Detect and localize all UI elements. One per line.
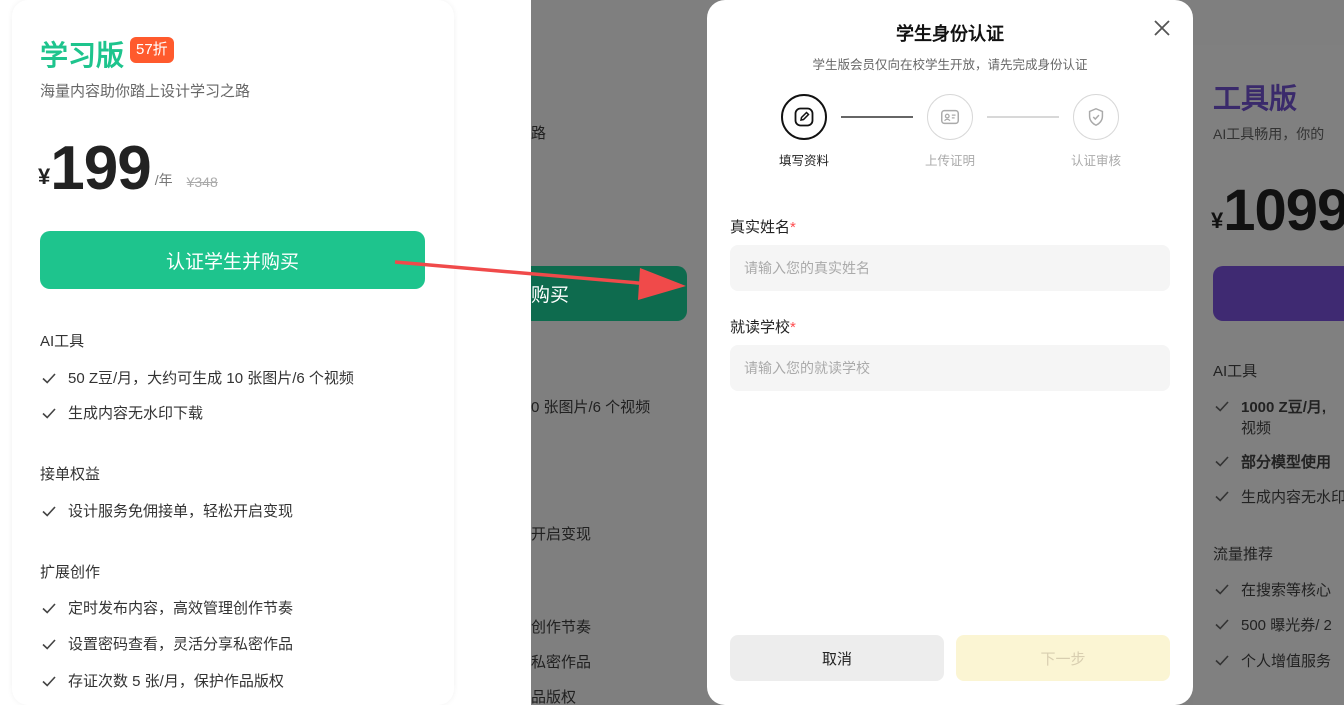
dimmed-text: 0 张图片/6 个视频 (531, 399, 651, 416)
real-name-input[interactable] (730, 245, 1170, 291)
check-icon (42, 372, 56, 384)
feature-item: 50 Z豆/月，大约可生成 10 张图片/6 个视频 (40, 367, 354, 388)
feature-text: 设计服务免佣接单，轻松开启变现 (68, 503, 294, 520)
tools-feature: 生成内容无水印 (1213, 486, 1344, 507)
check-icon (1215, 584, 1229, 595)
check-icon (1215, 619, 1229, 630)
price-period: /年 (154, 172, 173, 188)
check-icon (42, 638, 56, 650)
step-label: 填写资料 (778, 154, 829, 168)
next-step-button[interactable]: 下一步 (956, 635, 1170, 681)
check-icon (1215, 401, 1229, 412)
section-title-ai-tools: AI工具 (40, 333, 85, 350)
step-fill-info: 填写资料 (744, 94, 864, 169)
step-label: 上传证明 (924, 154, 975, 168)
feature-item: 生成内容无水印下载 (40, 402, 203, 423)
dimmed-text: 创作节奏 (531, 619, 592, 636)
dimmed-text: 品版权 (531, 689, 577, 705)
dimmed-button-label: 购买 (531, 285, 570, 306)
required-mark: * (790, 319, 796, 336)
edit-icon (794, 107, 814, 127)
tools-plan-subtitle: AI工具畅用，你的 (1213, 126, 1325, 142)
tools-price-row: ¥ 1099 (1211, 180, 1344, 242)
dimmed-text: 路 (531, 125, 547, 142)
original-price: ¥348 (186, 174, 218, 190)
modal-description: 学生版会员仅向在校学生开放，请先完成身份认证 (812, 58, 1088, 72)
currency-symbol: ¥ (38, 164, 51, 189)
tools-feature: 500 曝光券/ 2 (1213, 614, 1332, 635)
plan-subtitle: 海量内容助你踏上设计学习之路 (40, 83, 251, 100)
check-icon (1215, 655, 1229, 666)
school-input[interactable] (730, 345, 1170, 391)
feature-item: 设置密码查看，灵活分享私密作品 (40, 633, 293, 654)
feature-item: 定时发布内容，高效管理创作节奏 (40, 597, 293, 618)
id-card-icon (941, 109, 959, 125)
feature-item: 设计服务免佣接单，轻松开启变现 (40, 500, 293, 521)
discount-badge: 57折 (130, 37, 174, 63)
dimmed-buy-button: 购买 (531, 266, 687, 321)
required-mark: * (790, 219, 796, 236)
tools-feature-text: 部分模型使用 (1241, 454, 1332, 471)
step-upload-proof: 上传证明 (890, 94, 1010, 169)
feature-text: 生成内容无水印下载 (68, 405, 204, 422)
tools-feature-text: 视频 (1241, 420, 1272, 437)
tools-feature: 个人增值服务 (1213, 650, 1331, 671)
feature-text: 定时发布内容，高效管理创作节奏 (68, 600, 294, 617)
check-icon (42, 602, 56, 614)
tools-section-title: 流量推荐 (1213, 546, 1274, 563)
tools-price-value: 1099 (1223, 178, 1344, 243)
plan-name: 学习版 (40, 40, 125, 71)
step-review: 认证审核 (1036, 94, 1156, 169)
dimmed-text: 开启变现 (531, 526, 592, 543)
study-plan-card: 学习版 57折 海量内容助你踏上设计学习之路 ¥ 199 /年 ¥348 认证学… (12, 0, 454, 705)
section-title-orders: 接单权益 (40, 466, 101, 483)
school-label: 就读学校* (730, 316, 796, 337)
price-value: 199 (50, 134, 151, 203)
tools-feature-text: 500 曝光券/ 2 (1241, 617, 1332, 634)
currency-symbol: ¥ (1211, 208, 1224, 233)
tools-feature-text: 个人增值服务 (1241, 653, 1332, 670)
step-circle (927, 94, 973, 140)
cancel-button[interactable]: 取消 (730, 635, 944, 681)
section-title-creation: 扩展创作 (40, 564, 101, 581)
tools-feature: 1000 Z豆/月, 视频 (1213, 396, 1326, 438)
tools-plan-name: 工具版 (1213, 83, 1298, 114)
tools-feature-text: 在搜索等核心 (1241, 582, 1332, 599)
verify-and-buy-button[interactable]: 认证学生并购买 (40, 231, 425, 289)
dimmed-text: 私密作品 (531, 654, 592, 671)
price-row: ¥ 199 /年 ¥348 (38, 138, 218, 200)
step-label: 认证审核 (1070, 154, 1121, 168)
check-icon (42, 675, 56, 687)
step-circle (1073, 94, 1119, 140)
step-circle (781, 94, 827, 140)
feature-text: 设置密码查看，灵活分享私密作品 (68, 636, 294, 653)
tools-feature: 部分模型使用 (1213, 451, 1331, 472)
modal-title: 学生身份认证 (896, 24, 1004, 44)
check-icon (1215, 491, 1229, 502)
tools-feature-text: 生成内容无水印 (1241, 489, 1344, 506)
student-verification-modal: 学生身份认证 学生版会员仅向在校学生开放，请先完成身份认证 填写资料 上传证明 (707, 0, 1193, 705)
check-icon (1215, 456, 1229, 467)
tools-feature-text: 1000 Z豆/月, (1241, 399, 1327, 416)
tools-section-title: AI工具 (1213, 363, 1258, 380)
feature-text: 存证次数 5 张/月，保护作品版权 (68, 673, 284, 690)
tools-feature: 在搜索等核心 (1213, 579, 1331, 600)
tools-buy-button (1213, 266, 1344, 321)
feature-item: 存证次数 5 张/月，保护作品版权 (40, 670, 284, 691)
feature-text: 50 Z豆/月，大约可生成 10 张图片/6 个视频 (68, 370, 354, 387)
field-label-text: 就读学校 (730, 319, 791, 336)
check-icon (42, 407, 56, 419)
shield-check-icon (1088, 107, 1104, 127)
real-name-label: 真实姓名* (730, 216, 796, 237)
field-label-text: 真实姓名 (730, 219, 791, 236)
check-icon (42, 505, 56, 517)
close-icon[interactable] (1150, 16, 1174, 40)
